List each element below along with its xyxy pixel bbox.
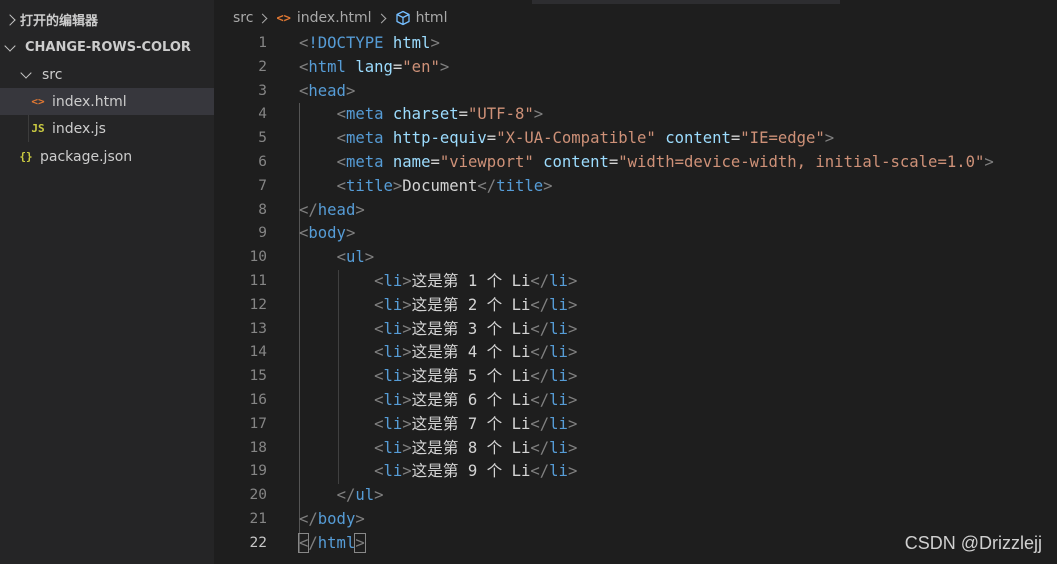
js-file-icon: JS: [31, 122, 45, 135]
chevron-right-icon: [258, 13, 268, 23]
bracket-match-highlight: >: [354, 532, 366, 553]
code-line: <li>这是第 1 个 Li</li>: [374, 272, 578, 290]
code-line: <li>这是第 6 个 Li</li>: [374, 391, 578, 409]
chevron-down-icon: [20, 66, 32, 79]
open-editors-label: 打开的编辑器: [20, 14, 99, 29]
breadcrumb-symbol[interactable]: html: [416, 10, 448, 26]
chevron-right-icon: [4, 13, 16, 26]
folder-src[interactable]: src: [0, 61, 214, 88]
project-section[interactable]: CHANGE-ROWS-COLOR: [0, 34, 214, 61]
line-number: 9: [258, 225, 267, 242]
line-number: 14: [249, 344, 267, 361]
file-label: index.html: [52, 93, 127, 110]
code-editor[interactable]: src <> index.html html 1 2 3 4 5 6 7 8 9…: [214, 0, 1057, 564]
chevron-right-icon: [376, 13, 387, 23]
breadcrumb-folder[interactable]: src: [233, 10, 253, 26]
file-label: index.js: [52, 120, 106, 137]
code-line: <ul>: [336, 248, 375, 267]
code-line-active: </html>: [297, 532, 366, 553]
project-label: CHANGE-ROWS-COLOR: [25, 40, 191, 55]
line-number: 6: [258, 154, 267, 170]
code-line: <meta name="viewport" content="width=dev…: [336, 153, 994, 171]
line-number: 21: [249, 511, 267, 527]
html-file-icon: <>: [31, 95, 45, 108]
code-line: <li>这是第 8 个 Li</li>: [374, 438, 578, 457]
code-line: <li>这是第 7 个 Li</li>: [374, 414, 578, 433]
code-line: <!DOCTYPE html>: [299, 34, 440, 52]
html-file-icon: <>: [276, 11, 291, 25]
chevron-down-icon: [4, 39, 16, 52]
code-line: <title>Document</title>: [336, 176, 553, 195]
line-number: 13: [249, 320, 267, 337]
line-number: 4: [258, 106, 267, 123]
code-line: <meta charset="UTF-8">: [336, 105, 544, 124]
line-number: 19: [249, 463, 267, 480]
code-line: <html lang="en">: [299, 57, 450, 76]
breadcrumb-file[interactable]: index.html: [297, 10, 372, 26]
line-number: 10: [249, 249, 267, 266]
breadcrumb: src <> index.html html: [214, 0, 1057, 36]
line-number: 5: [258, 130, 267, 147]
line-number: 15: [249, 368, 267, 385]
code-line: </head>: [299, 200, 365, 219]
line-number: 12: [249, 296, 267, 313]
file-index-js[interactable]: JS index.js: [0, 115, 214, 142]
line-number: 11: [249, 273, 267, 289]
line-number: 2: [258, 58, 267, 75]
code-line: <li>这是第 9 个 Li</li>: [374, 462, 578, 481]
line-number: 20: [249, 487, 267, 504]
code-line: <li>这是第 3 个 Li</li>: [374, 319, 578, 338]
line-number: 8: [258, 201, 267, 218]
open-editors-section[interactable]: 打开的编辑器: [0, 6, 214, 33]
line-number: 1: [258, 35, 267, 51]
symbol-cube-icon: [395, 10, 411, 26]
file-index-html[interactable]: <> index.html: [0, 88, 214, 115]
line-number: 16: [249, 392, 267, 408]
file-package-json[interactable]: {} package.json: [0, 143, 214, 170]
line-number: 7: [258, 177, 267, 194]
line-number: 3: [258, 82, 267, 99]
line-number: 18: [249, 439, 267, 456]
watermark: CSDN @Drizzlejj: [904, 533, 1042, 553]
json-file-icon: {}: [19, 150, 33, 163]
code-line: <meta http-equiv="X-UA-Compatible" conte…: [336, 129, 835, 148]
folder-label: src: [42, 66, 63, 83]
code-line: <li>这是第 2 个 Li</li>: [374, 295, 578, 314]
code-line: <li>这是第 5 个 Li</li>: [374, 367, 578, 386]
code-line: </ul>: [336, 486, 384, 505]
file-label: package.json: [40, 148, 133, 165]
code-line: </body>: [299, 510, 365, 528]
line-number: 17: [249, 415, 267, 432]
line-number-active: 22: [249, 534, 267, 551]
code-line: <li>这是第 4 个 Li</li>: [374, 343, 578, 362]
explorer-sidebar: 打开的编辑器 CHANGE-ROWS-COLOR src <> index.ht…: [0, 0, 214, 564]
code-line: <head>: [299, 81, 356, 100]
code-line: <body>: [299, 224, 356, 243]
bracket-match-highlight: <: [297, 532, 310, 553]
